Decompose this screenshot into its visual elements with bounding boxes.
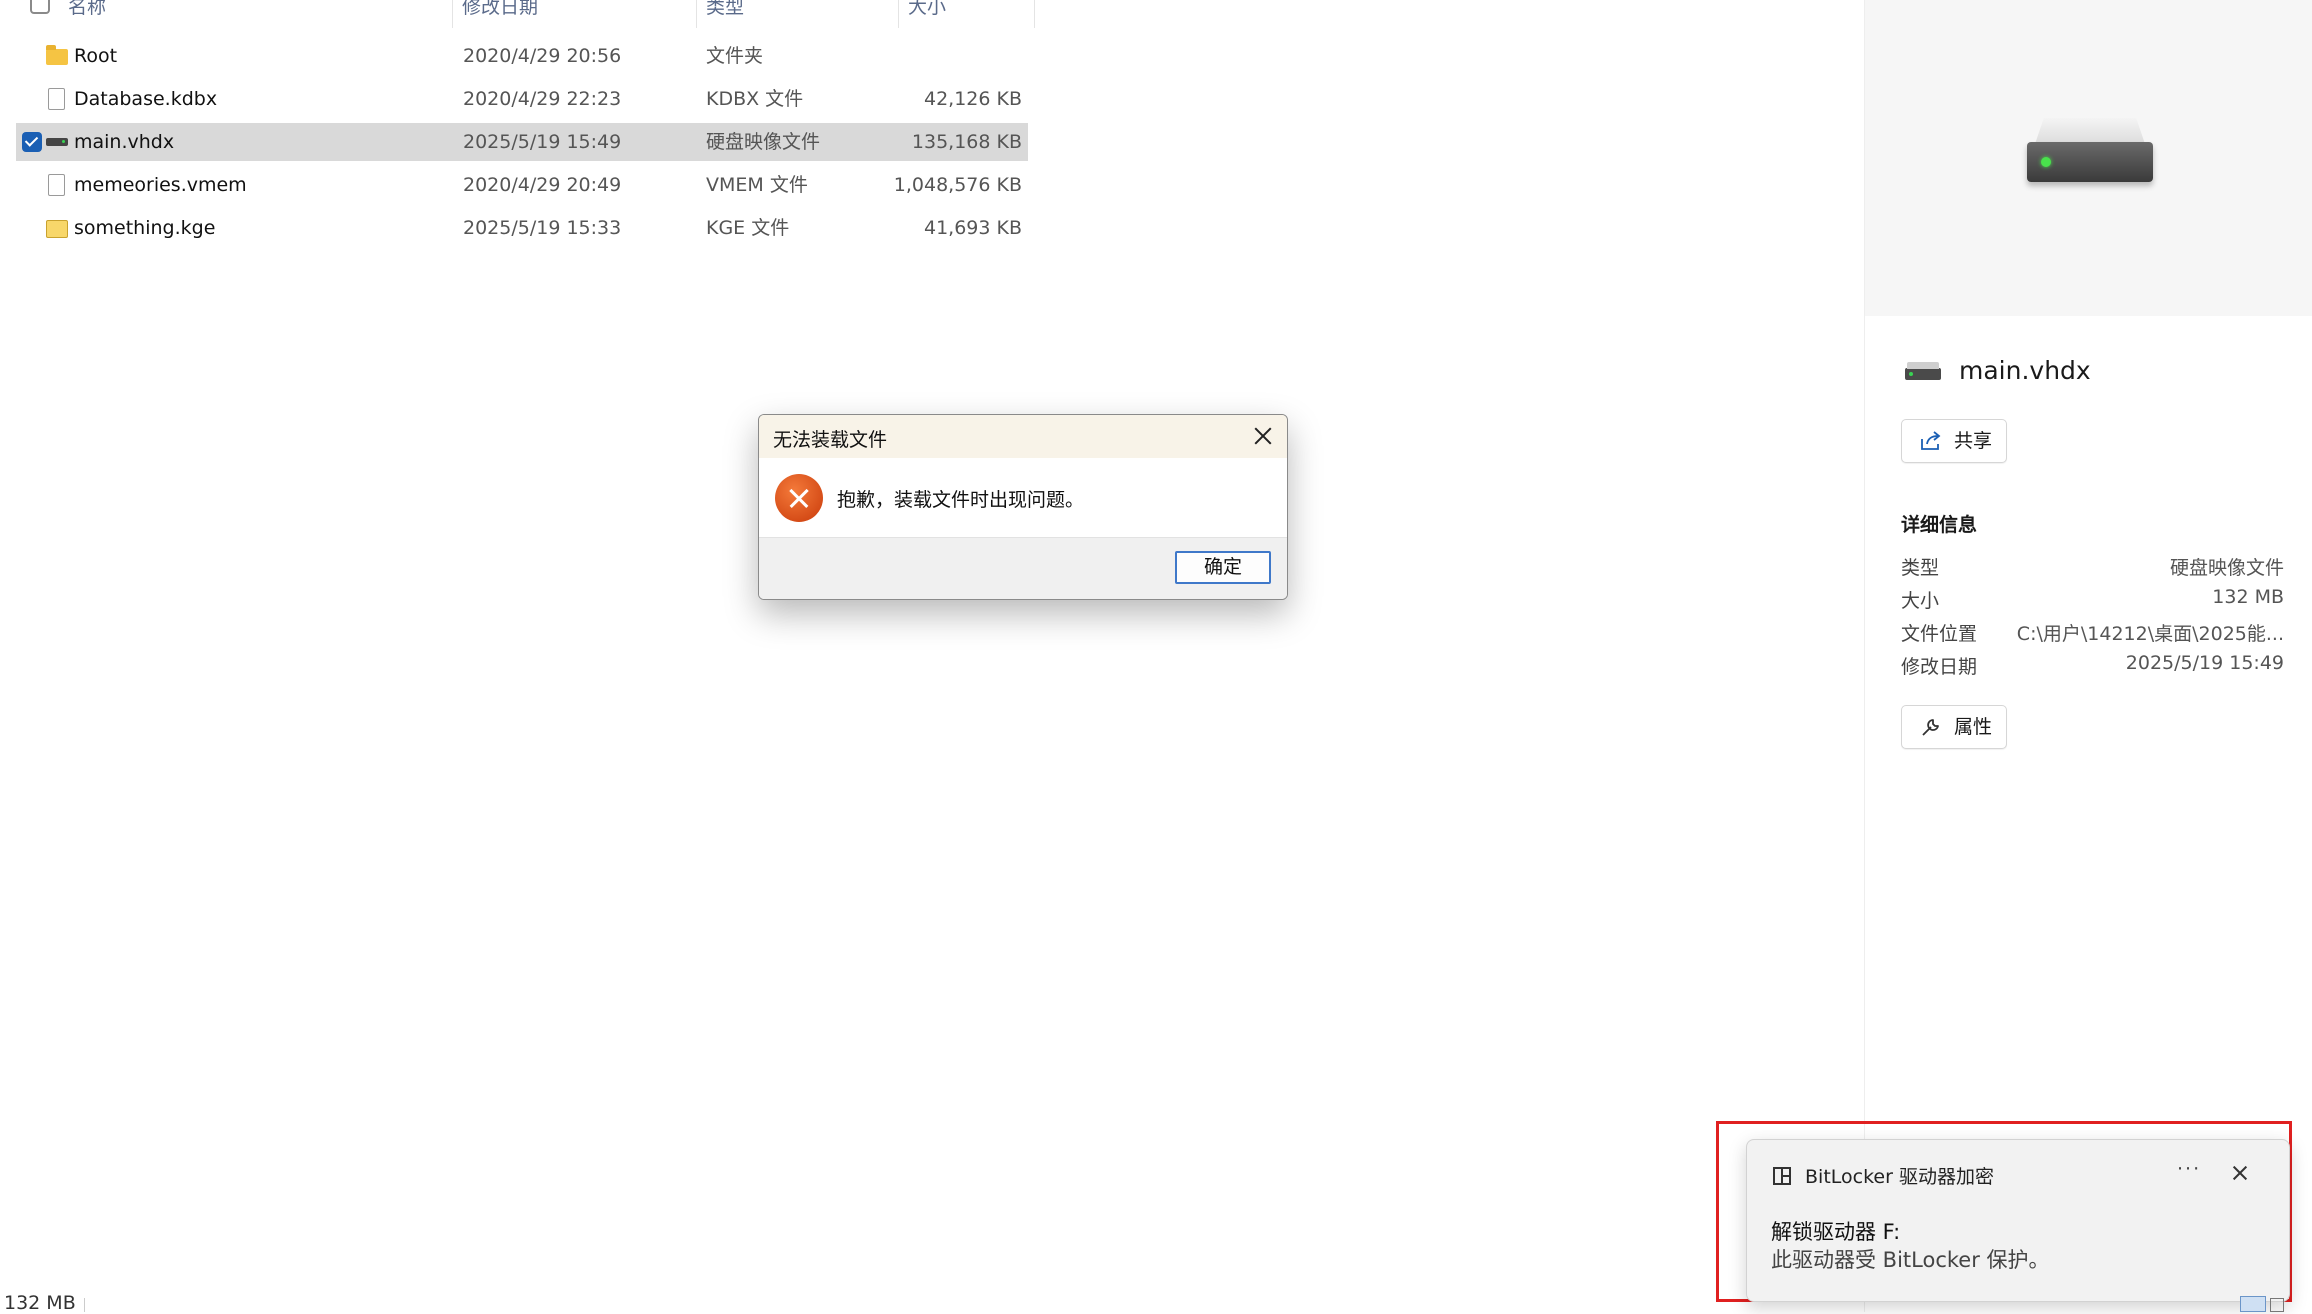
file-icon [48, 174, 65, 196]
dialog-message: 抱歉，装载文件时出现问题。 [837, 489, 1085, 511]
file-row-root[interactable]: Root 2020/4/29 20:56 文件夹 [16, 37, 1028, 75]
folder-icon [46, 45, 68, 65]
dialog-title: 无法装载文件 [773, 429, 888, 451]
column-divider[interactable] [1034, 0, 1035, 28]
property-label-modified: 修改日期 [1901, 656, 1978, 678]
toast-app-name: BitLocker 驱动器加密 [1805, 1166, 1994, 1188]
column-header-type[interactable]: 类型 [706, 0, 744, 26]
file-row-main-vhdx[interactable]: main.vhdx 2025/5/19 15:49 硬盘映像文件 135,168… [16, 123, 1028, 161]
file-size: 42,126 KB [923, 88, 1022, 110]
file-name: Database.kdbx [74, 88, 218, 110]
file-list-pane: 名称 修改日期 类型 大小 Root 2020/4/29 20:56 文件夹 D… [0, 0, 1864, 1290]
file-preview [1865, 0, 2312, 316]
column-divider[interactable] [898, 0, 899, 28]
wrench-icon [1922, 719, 1939, 736]
column-header-date[interactable]: 修改日期 [462, 0, 538, 26]
column-divider[interactable] [696, 0, 697, 28]
file-date: 2020/4/29 22:23 [463, 88, 622, 110]
file-date: 2025/5/19 15:33 [463, 217, 622, 239]
property-value-modified: 2025/5/19 15:49 [2125, 652, 2284, 674]
file-name: something.kge [74, 217, 216, 239]
file-name: memeories.vmem [74, 174, 247, 196]
view-toggle[interactable] [2240, 1296, 2284, 1312]
property-value-type: 硬盘映像文件 [2169, 557, 2284, 579]
file-type: 文件夹 [706, 45, 764, 67]
tiles-view-button[interactable] [2270, 1298, 2284, 1312]
bitlocker-notification[interactable]: BitLocker 驱动器加密 ··· 解锁驱动器 F: 此驱动器受 BitLo… [1746, 1139, 2290, 1302]
file-type: KDBX 文件 [706, 88, 804, 110]
toast-title: 解锁驱动器 F: [1771, 1220, 1901, 1244]
file-name: Root [74, 45, 118, 67]
bitlocker-app-icon [1773, 1167, 1791, 1185]
status-bar-selected-size: 132 MB [4, 1292, 76, 1314]
file-icon [48, 88, 65, 110]
disk-image-icon [1905, 362, 1941, 380]
file-date: 2020/4/29 20:56 [463, 45, 622, 67]
file-row-something-kge[interactable]: something.kge 2025/5/19 15:33 KGE 文件 41,… [16, 209, 1028, 247]
file-name: main.vhdx [74, 131, 175, 153]
file-row-memeories-vmem[interactable]: memeories.vmem 2020/4/29 20:49 VMEM 文件 1… [16, 166, 1028, 204]
property-label-size: 大小 [1901, 590, 1940, 612]
select-all-checkbox[interactable] [30, 0, 50, 14]
file-row-database-kdbx[interactable]: Database.kdbx 2020/4/29 22:23 KDBX 文件 42… [16, 80, 1028, 118]
file-type: 硬盘映像文件 [706, 131, 821, 153]
file-size: 135,168 KB [911, 131, 1022, 153]
details-file-name: main.vhdx [1959, 356, 2091, 385]
details-view-button[interactable] [2240, 1296, 2266, 1312]
status-bar-divider [84, 1298, 85, 1312]
file-size: 1,048,576 KB [893, 174, 1022, 196]
hard-drive-icon [2027, 118, 2153, 188]
file-size: 41,693 KB [923, 217, 1022, 239]
column-header-size[interactable]: 大小 [908, 0, 946, 26]
disk-image-icon [46, 138, 68, 146]
property-label-location: 文件位置 [1901, 623, 1978, 645]
share-label: 共享 [1954, 430, 1993, 452]
column-divider[interactable] [452, 0, 453, 28]
toast-close-button[interactable] [2229, 1162, 2251, 1184]
property-label-type: 类型 [1901, 557, 1940, 579]
file-date: 2025/5/19 15:49 [463, 131, 622, 153]
details-pane: main.vhdx 共享 详细信息 类型 硬盘映像文件 大小 132 MB 文件… [1864, 0, 2312, 1312]
dialog-close-button[interactable] [1249, 422, 1277, 450]
properties-button[interactable]: 属性 [1901, 705, 2007, 749]
column-header-name[interactable]: 名称 [68, 0, 106, 26]
error-icon [775, 474, 823, 522]
details-heading: 详细信息 [1901, 514, 1978, 536]
row-checkbox[interactable] [22, 132, 42, 152]
property-value-location[interactable]: C:\用户\14212\桌面\2025能... [2017, 619, 2284, 646]
file-type: KGE 文件 [706, 217, 790, 239]
file-type: VMEM 文件 [706, 174, 808, 196]
share-icon [1921, 431, 1941, 450]
file-date: 2020/4/29 20:49 [463, 174, 622, 196]
properties-label: 属性 [1954, 716, 1993, 738]
property-value-size: 132 MB [2212, 586, 2284, 608]
share-button[interactable]: 共享 [1901, 419, 2007, 463]
toast-more-options-button[interactable]: ··· [2177, 1158, 2201, 1180]
ok-button[interactable]: 确定 [1175, 551, 1271, 584]
toast-body: 此驱动器受 BitLocker 保护。 [1771, 1248, 2050, 1272]
mount-error-dialog: 无法装载文件 抱歉，装载文件时出现问题。 确定 [758, 414, 1288, 600]
kge-file-icon [46, 220, 68, 238]
